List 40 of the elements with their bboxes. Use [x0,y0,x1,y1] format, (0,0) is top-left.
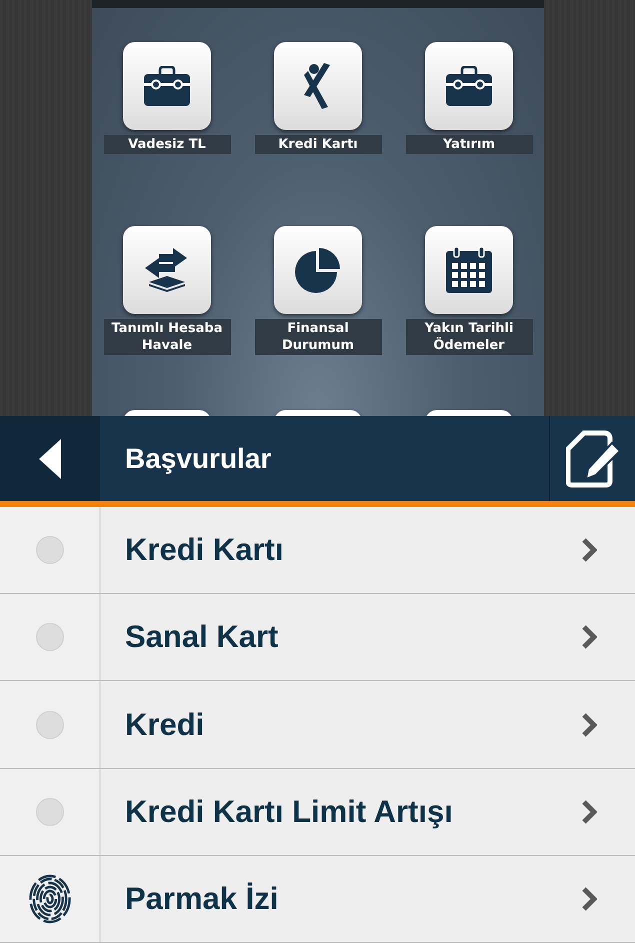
menu-row[interactable]: Kredi [0,681,635,769]
chevron-right-icon [581,712,597,738]
tile-label: Yakın Tarihli Ödemeler [406,319,532,355]
app-tile[interactable] [274,226,362,314]
status-dot [36,798,64,826]
calendar-icon [446,247,492,293]
edit-document-icon [566,428,620,489]
status-dot [36,536,64,564]
tile-label: Tanımlı Hesaba Havale [104,319,230,355]
pie-chart-icon [295,247,341,293]
back-button[interactable] [0,416,100,502]
tile-label: Finansal Durumum [254,319,382,355]
row-label: Kredi Kartı Limit Artışı [124,792,454,831]
chevron-right-icon [581,537,597,564]
row-label: Kredi [124,706,206,744]
header-title: Başvurular [124,442,272,476]
tile-label: Kredi Kartı [254,135,382,154]
chevron-right-icon [581,798,597,825]
app-tile[interactable] [123,42,211,130]
chevron-right-icon [581,624,597,650]
app-tile[interactable] [274,42,362,130]
chevron-right-icon [581,886,597,912]
app-tile[interactable] [425,226,513,314]
app-tile[interactable] [425,42,513,130]
menu-row[interactable]: Kredi Kartı Limit Artışı [0,768,635,856]
status-dot [36,710,64,739]
briefcase-icon [446,66,492,106]
menu-row[interactable]: Parmak İzi [0,856,635,943]
briefcase-icon [144,66,190,106]
menu-row[interactable]: Kredi Kartı [0,507,635,594]
money-transfer-icon [145,248,189,292]
status-dot [36,623,64,652]
tile-label: Vadesiz TL [104,135,230,154]
row-label: Parmak İzi [124,880,280,918]
row-label: Sanal Kart [124,618,280,656]
row-label: Kredi Kartı [124,531,284,570]
menu-row[interactable]: Sanal Kart [0,594,635,682]
back-arrow-icon [39,438,61,479]
app-tile[interactable] [123,226,211,314]
tile-label: Yatırım [406,135,532,154]
